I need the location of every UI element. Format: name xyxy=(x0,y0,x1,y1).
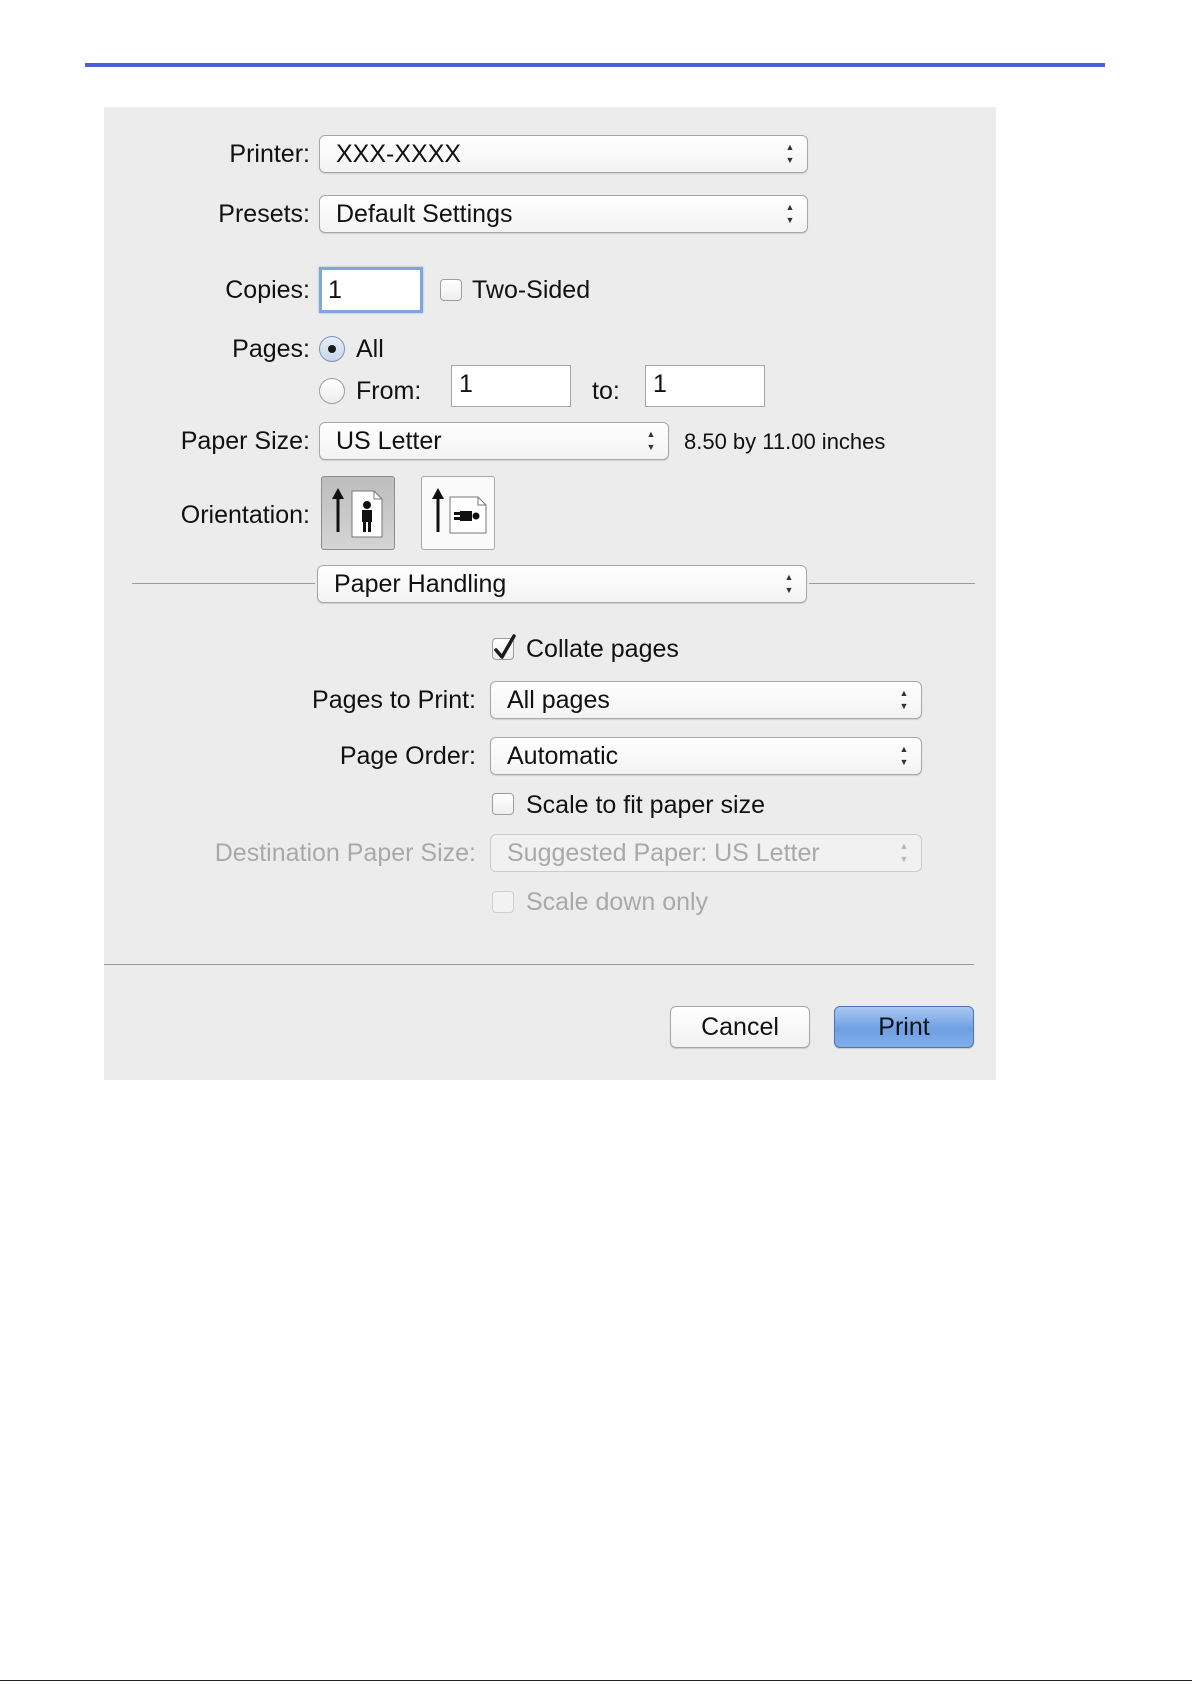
popup-arrows-icon: ▲ ▼ xyxy=(646,429,656,452)
orientation-label: Orientation: xyxy=(180,501,310,529)
paper-size-label: Paper Size: xyxy=(180,427,310,455)
orientation-portrait-button[interactable] xyxy=(321,476,395,550)
popup-arrows-icon: ▲ ▼ xyxy=(785,202,795,225)
header-rule xyxy=(85,63,1105,67)
page-order-label: Page Order: xyxy=(339,742,476,770)
paper-size-popup[interactable]: US Letter ▲ ▼ xyxy=(319,422,669,460)
section-popup-value: Paper Handling xyxy=(334,570,507,598)
popup-arrows-icon: ▲ ▼ xyxy=(784,572,794,595)
popup-arrows-icon: ▲ ▼ xyxy=(899,841,909,864)
pages-all-label: All xyxy=(356,335,384,363)
page-order-value: Automatic xyxy=(507,742,619,770)
presets-value: Default Settings xyxy=(336,200,513,228)
pages-to-label: to: xyxy=(592,377,620,405)
footer-rule xyxy=(0,1680,1192,1681)
paper-size-dimensions: 8.50 by 11.00 inches xyxy=(684,429,886,454)
destination-paper-size-popup[interactable]: Suggested Paper: US Letter ▲ ▼ xyxy=(490,834,922,872)
scale-to-fit-checkbox[interactable] xyxy=(492,793,514,815)
print-button[interactable]: Print xyxy=(834,1006,974,1048)
cancel-button[interactable]: Cancel xyxy=(670,1006,810,1048)
orientation-landscape-button[interactable] xyxy=(421,476,495,550)
popup-arrows-icon: ▲ ▼ xyxy=(785,142,795,165)
pages-all-radio[interactable] xyxy=(319,336,345,362)
landscape-orientation-icon xyxy=(432,488,487,534)
pages-to-print-popup[interactable]: All pages ▲ ▼ xyxy=(490,681,922,719)
paper-size-value: US Letter xyxy=(336,427,442,455)
footer-divider xyxy=(104,964,974,965)
pages-to-print-label: Pages to Print: xyxy=(312,686,476,714)
pages-label: Pages: xyxy=(232,335,310,363)
two-sided-label: Two-Sided xyxy=(472,276,591,304)
destination-paper-size-value: Suggested Paper: US Letter xyxy=(507,839,820,867)
pages-from-radio[interactable] xyxy=(319,378,345,404)
pages-to-field[interactable]: 1 xyxy=(645,365,765,407)
printer-label: Printer: xyxy=(229,140,310,168)
printer-value: XXX-XXXX xyxy=(336,140,462,168)
portrait-orientation-icon xyxy=(332,488,383,538)
copies-label: Copies: xyxy=(225,276,310,304)
section-divider-right xyxy=(809,583,975,584)
copies-field[interactable]: 1 xyxy=(319,267,423,313)
popup-arrows-icon: ▲ ▼ xyxy=(899,688,909,711)
scale-to-fit-label: Scale to fit paper size xyxy=(526,791,766,819)
presets-label: Presets: xyxy=(218,200,310,228)
print-dialog: Printer: XXX-XXXX ▲ ▼ Presets: Default Se… xyxy=(104,107,996,1080)
page-order-popup[interactable]: Automatic ▲ ▼ xyxy=(490,737,922,775)
two-sided-checkbox[interactable] xyxy=(440,279,462,301)
collate-pages-checkbox[interactable] xyxy=(492,634,516,660)
pages-from-field[interactable]: 1 xyxy=(451,365,571,407)
radio-dot-icon xyxy=(328,345,336,353)
destination-paper-size-label: Destination Paper Size: xyxy=(214,839,476,867)
collate-pages-label: Collate pages xyxy=(526,635,679,663)
printer-popup[interactable]: XXX-XXXX ▲ ▼ xyxy=(319,135,808,173)
scale-down-only-checkbox[interactable] xyxy=(492,891,514,913)
checkmark-icon xyxy=(494,634,516,659)
scale-down-only-label: Scale down only xyxy=(526,888,709,916)
section-divider-left xyxy=(132,583,315,584)
presets-popup[interactable]: Default Settings ▲ ▼ xyxy=(319,195,808,233)
popup-arrows-icon: ▲ ▼ xyxy=(899,744,909,767)
section-popup[interactable]: Paper Handling ▲ ▼ xyxy=(317,565,807,603)
pages-to-print-value: All pages xyxy=(507,686,610,714)
pages-from-label: From: xyxy=(356,377,422,405)
